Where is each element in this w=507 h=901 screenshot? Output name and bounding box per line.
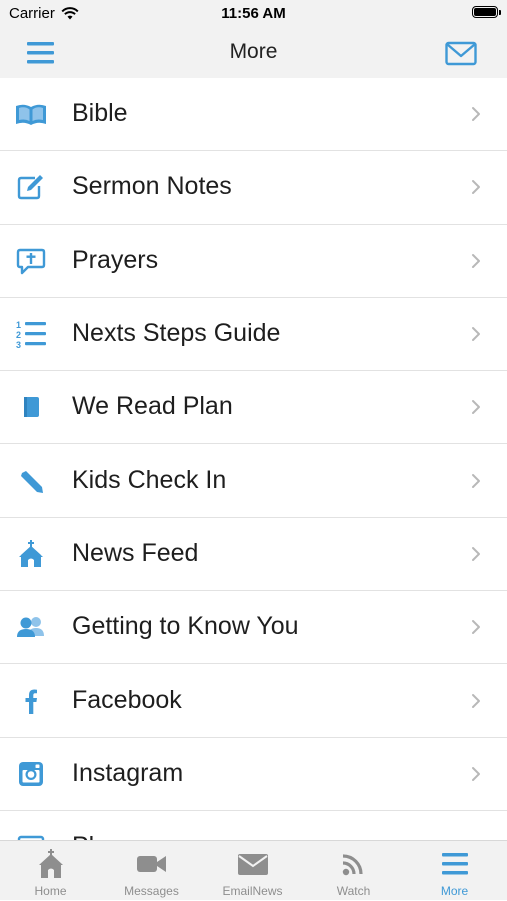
book-icon [14,99,48,129]
hamburger-menu-icon [441,853,468,875]
envelope-icon [237,854,268,875]
menu-item-news-feed[interactable]: News Feed [0,518,507,592]
menu-item-getting-to-know-you[interactable]: Getting to Know You [0,591,507,665]
svg-text:3: 3 [16,340,21,349]
menu-item-partial[interactable]: Pl [0,811,507,840]
tab-label: More [440,884,469,898]
tab-label: Messages [124,884,179,898]
tab-more[interactable]: More [404,841,505,901]
chevron-right-icon [472,107,480,122]
chevron-right-icon [472,253,480,268]
chevron-right-icon [472,766,480,781]
menu-item-label: Instagram [72,758,184,787]
page-title: More [229,40,278,63]
menu-item-facebook[interactable]: Facebook [0,664,507,738]
menu-item-label: Nexts Steps Guide [72,318,281,347]
menu-item-label: Getting to Know You [72,612,299,641]
menu-item-next-steps-guide[interactable]: 1 2 3 Nexts Steps Guide [0,298,507,372]
battery-icon [472,6,501,18]
instagram-icon [14,759,48,789]
navigation-bar: More [0,28,507,78]
chevron-right-icon [472,327,480,342]
chevron-right-icon [472,693,480,708]
chevron-right-icon [472,473,480,488]
tab-bar: Home Messages EmailNews Watch More [0,840,507,900]
menu-item-label: Sermon Notes [72,172,232,201]
envelope-icon [445,41,477,66]
mail-button[interactable] [445,41,477,67]
menu-item-instagram[interactable]: Instagram [0,738,507,811]
tab-watch[interactable]: Watch [303,841,404,901]
menu-item-label: Pl [72,832,94,840]
tab-label: EmailNews [222,884,283,898]
chevron-right-icon [472,180,480,195]
home-icon [38,849,63,878]
tab-messages[interactable]: Messages [101,841,202,901]
chevron-right-icon [472,400,480,415]
people-icon [14,612,48,642]
pencil-icon [14,466,48,496]
status-time: 11:56 AM [221,5,286,22]
rss-feed-icon [342,854,363,876]
menu-item-label: Facebook [72,685,182,714]
menu-item-label: News Feed [72,538,199,567]
svg-text:1: 1 [16,320,21,330]
notebook-icon [14,392,48,422]
menu-item-label: Bible [72,99,128,128]
tab-home[interactable]: Home [0,841,101,901]
edit-notes-icon [14,172,48,202]
tab-emailnews[interactable]: EmailNews [202,841,303,901]
chevron-right-icon [472,546,480,561]
menu-item-prayers[interactable]: Prayers [0,225,507,298]
more-menu-list: Bible Sermon Notes Prayers 1 2 3 Nexts S… [0,78,507,840]
image-icon [14,832,48,840]
facebook-icon [14,686,48,716]
menu-item-we-read-plan[interactable]: We Read Plan [0,371,507,445]
menu-item-label: We Read Plan [72,392,233,421]
church-icon [14,539,48,569]
chevron-right-icon [472,620,480,635]
video-camera-icon [136,856,166,872]
tab-label: Watch [336,884,371,898]
prayer-bubble-icon [14,246,48,276]
tab-label: Home [34,884,67,898]
menu-item-kids-check-in[interactable]: Kids Check In [0,444,507,518]
status-bar: Carrier 11:56 AM [0,0,507,28]
menu-item-label: Kids Check In [72,465,227,494]
svg-text:2: 2 [16,330,21,340]
menu-item-label: Prayers [72,245,159,274]
menu-item-sermon-notes[interactable]: Sermon Notes [0,151,507,225]
numbered-list-icon: 1 2 3 [14,319,48,349]
menu-item-bible[interactable]: Bible [0,78,507,152]
